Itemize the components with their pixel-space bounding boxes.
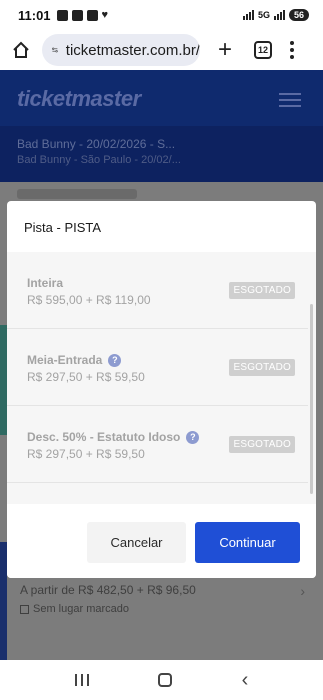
heart-icon: ♥ — [101, 9, 109, 21]
home-icon — [13, 41, 29, 58]
info-icon[interactable]: ? — [186, 430, 200, 444]
ticket-name-label: Desc. 50% - Estatuto Idoso — [27, 430, 181, 444]
seat-grid-icon — [20, 604, 29, 614]
back-icon[interactable]: ‹ — [242, 670, 249, 690]
sold-out-badge: ESGOTADO — [229, 359, 295, 376]
url-text: ticketmaster.com.br/ — [65, 41, 200, 59]
continue-button[interactable]: Continuar — [195, 522, 300, 563]
list-scrollbar[interactable] — [310, 304, 313, 494]
status-time: 11:01 — [18, 7, 51, 23]
site-settings-icon[interactable] — [52, 44, 58, 56]
modal-footer: Cancelar Continuar — [7, 504, 316, 578]
seating-label: Sem lugar marcado — [33, 603, 129, 615]
ticket-name-label: Meia-Entrada — [27, 353, 103, 367]
signal-icon — [242, 10, 254, 20]
chat-notification-icon — [86, 9, 98, 21]
chevron-right-icon: › — [300, 583, 305, 599]
network-type: 5G — [257, 10, 270, 20]
home-button[interactable] — [8, 37, 34, 63]
signal-icon-2 — [273, 10, 285, 20]
tab-switcher-button[interactable]: 12 — [254, 41, 272, 59]
browser-menu-button[interactable] — [290, 41, 294, 59]
recent-apps-icon[interactable] — [74, 674, 89, 686]
sold-out-badge: ESGOTADO — [229, 436, 295, 453]
ticketmaster-logo[interactable]: ticketmaster — [17, 86, 141, 112]
hamburger-menu-icon[interactable] — [279, 93, 301, 107]
notification-icons: ♥ — [56, 9, 109, 21]
browser-toolbar: ticketmaster.com.br/ + 12 — [0, 30, 323, 70]
status-bar: 11:01 ♥ 5G 56 — [0, 0, 323, 30]
ticket-price: R$ 297,50 + R$ 59,50 — [27, 370, 145, 384]
ticket-price: R$ 297,50 + R$ 59,50 — [27, 447, 145, 461]
ticket-name: Desc. 50% - Estatuto Idoso ? — [27, 430, 200, 444]
ticket-option[interactable]: Meia-Entrada ? R$ 297,50 + R$ 59,50 ESGO… — [7, 329, 308, 406]
info-icon[interactable]: ? — [108, 353, 122, 367]
sector-color-marker-2 — [0, 542, 7, 660]
seating-info: Sem lugar marcado — [20, 603, 129, 615]
plus-icon: + — [217, 36, 232, 63]
sector-price: A partir de R$ 482,50 + R$ 96,50 — [20, 583, 196, 597]
home-nav-icon[interactable] — [158, 673, 173, 687]
address-bar[interactable]: ticketmaster.com.br/ — [42, 34, 200, 66]
ticket-price: R$ 595,00 + R$ 119,00 — [27, 293, 151, 307]
battery-indicator: 56 — [288, 9, 309, 21]
system-navigation-bar: ‹ — [0, 660, 323, 700]
event-info-band: Bad Bunny - 20/02/2026 - S... Bad Bunny … — [0, 126, 323, 182]
sold-out-badge: ESGOTADO — [229, 282, 295, 299]
ticket-name-label: Inteira — [27, 276, 64, 290]
status-right: 5G 56 — [242, 9, 309, 21]
ticket-type-modal: Pista - PISTA Inteira R$ 595,00 + R$ 119… — [7, 201, 316, 578]
sector-color-marker — [0, 325, 7, 435]
gallery-notification-icon — [71, 9, 83, 21]
modal-title: Pista - PISTA — [24, 220, 102, 235]
ticket-option[interactable]: Desc. 50% - Estatuto Idoso ? R$ 297,50 +… — [7, 406, 308, 483]
ticket-name: Meia-Entrada ? — [27, 353, 122, 367]
ticket-name: Inteira — [27, 276, 63, 290]
ticket-type-list: Inteira R$ 595,00 + R$ 119,00 ESGOTADO M… — [7, 252, 316, 504]
app-notification-icon — [56, 9, 68, 21]
ticket-option[interactable]: Inteira R$ 595,00 + R$ 119,00 ESGOTADO — [7, 252, 308, 329]
new-tab-button[interactable]: + — [214, 36, 236, 63]
cancel-button[interactable]: Cancelar — [87, 522, 186, 563]
event-title: Bad Bunny - 20/02/2026 - S... — [17, 137, 176, 151]
section-heading-placeholder — [17, 189, 137, 199]
event-subtitle: Bad Bunny - São Paulo - 20/02/... — [17, 154, 181, 166]
site-header: ticketmaster — [0, 70, 323, 126]
